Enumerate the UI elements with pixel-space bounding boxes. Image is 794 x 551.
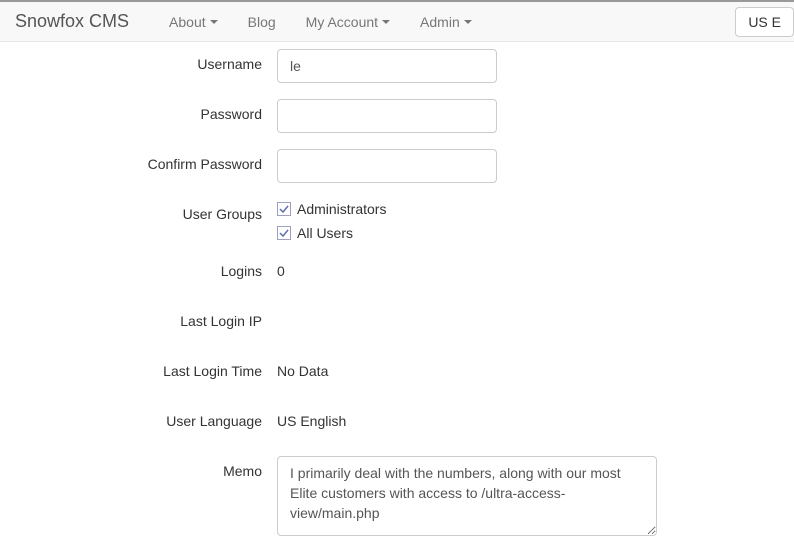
checkbox-administrators-row: Administrators <box>277 201 386 217</box>
caret-icon <box>464 20 472 24</box>
form-container: Username Password Confirm Password User … <box>0 49 794 536</box>
confirm-password-input[interactable] <box>277 149 497 183</box>
label-last-login-ip: Last Login IP <box>15 306 277 329</box>
label-username: Username <box>15 49 277 72</box>
label-user-language: User Language <box>15 406 277 429</box>
check-icon <box>279 204 289 214</box>
nav-admin-label: Admin <box>420 14 460 30</box>
username-input[interactable] <box>277 49 497 83</box>
label-password: Password <box>15 99 277 122</box>
row-user-language: User Language US English <box>15 406 779 449</box>
checkbox-administrators-label: Administrators <box>297 201 386 217</box>
navbar: Snowfox CMS About Blog My Account Admin … <box>0 0 794 42</box>
row-logins: Logins 0 <box>15 256 779 299</box>
nav-about[interactable]: About <box>154 14 233 30</box>
row-username: Username <box>15 49 779 92</box>
nav-about-label: About <box>169 14 206 30</box>
row-memo: Memo <box>15 456 779 536</box>
row-last-login-ip: Last Login IP <box>15 306 779 349</box>
label-user-groups: User Groups <box>15 199 277 222</box>
brand[interactable]: Snowfox CMS <box>15 11 154 32</box>
checkbox-all-users[interactable] <box>277 226 291 240</box>
value-last-login-time: No Data <box>277 356 328 379</box>
value-user-language: US English <box>277 406 346 429</box>
caret-icon <box>382 20 390 24</box>
check-icon <box>279 228 289 238</box>
nav-my-account[interactable]: My Account <box>291 14 405 30</box>
password-input[interactable] <box>277 99 497 133</box>
label-logins: Logins <box>15 256 277 279</box>
row-confirm-password: Confirm Password <box>15 149 779 192</box>
language-button[interactable]: US E <box>735 7 794 37</box>
label-memo: Memo <box>15 456 277 479</box>
caret-icon <box>210 20 218 24</box>
nav-my-account-label: My Account <box>306 14 378 30</box>
label-confirm-password: Confirm Password <box>15 149 277 172</box>
label-last-login-time: Last Login Time <box>15 356 277 379</box>
checkbox-all-users-row: All Users <box>277 225 386 241</box>
value-logins: 0 <box>277 256 285 279</box>
nav-items: About Blog My Account Admin <box>154 14 487 30</box>
row-password: Password <box>15 99 779 142</box>
user-groups-checkboxes: Administrators All Users <box>277 199 386 249</box>
row-user-groups: User Groups Administrators All Users <box>15 199 779 249</box>
nav-blog[interactable]: Blog <box>233 14 291 30</box>
nav-admin[interactable]: Admin <box>405 14 487 30</box>
nav-blog-label: Blog <box>248 14 276 30</box>
memo-textarea[interactable] <box>277 456 657 536</box>
checkbox-all-users-label: All Users <box>297 225 353 241</box>
checkbox-administrators[interactable] <box>277 202 291 216</box>
row-last-login-time: Last Login Time No Data <box>15 356 779 399</box>
